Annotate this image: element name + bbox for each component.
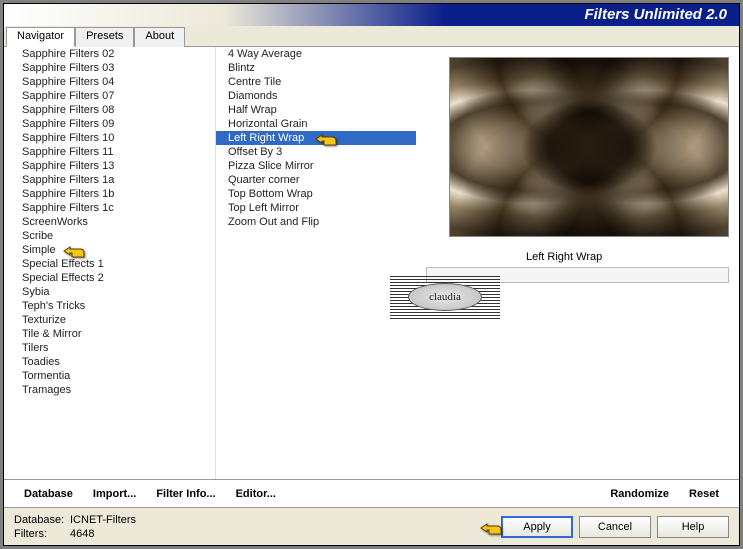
category-item[interactable]: ScreenWorks — [4, 215, 215, 229]
category-item[interactable]: Sapphire Filters 02 — [4, 47, 215, 61]
filter-item[interactable]: Top Left Mirror — [216, 201, 416, 215]
category-item[interactable]: Teph's Tricks — [4, 299, 215, 313]
category-item[interactable]: Sapphire Filters 1a — [4, 173, 215, 187]
category-item[interactable]: Sapphire Filters 13 — [4, 159, 215, 173]
tab-presets[interactable]: Presets — [75, 27, 134, 47]
category-item[interactable]: Tile & Mirror — [4, 327, 215, 341]
filter-item[interactable]: Diamonds — [216, 89, 416, 103]
category-item[interactable]: Simple — [4, 243, 215, 257]
filter-item[interactable]: Zoom Out and Flip — [216, 215, 416, 229]
category-item[interactable]: Special Effects 2 — [4, 271, 215, 285]
randomize-button[interactable]: Randomize — [600, 488, 679, 500]
pointer-icon — [479, 518, 503, 538]
category-item[interactable]: Texturize — [4, 313, 215, 327]
category-item[interactable]: Sapphire Filters 08 — [4, 103, 215, 117]
filter-name-label: Left Right Wrap — [526, 251, 729, 263]
main-panel: Sapphire Filters 02Sapphire Filters 03Sa… — [4, 46, 739, 479]
footer-info: Database:ICNET-Filters Filters:4648 — [14, 513, 136, 541]
category-item[interactable]: Sapphire Filters 03 — [4, 61, 215, 75]
category-item[interactable]: Toadies — [4, 355, 215, 369]
category-item[interactable]: Sapphire Filters 1b — [4, 187, 215, 201]
filter-item[interactable]: Left Right Wrap — [216, 131, 416, 145]
category-item[interactable]: Sybia — [4, 285, 215, 299]
help-button[interactable]: Help — [657, 516, 729, 538]
filter-list[interactable]: 4 Way AverageBlintzCentre TileDiamondsHa… — [216, 47, 416, 479]
reset-button[interactable]: Reset — [679, 488, 729, 500]
progress-bar — [426, 267, 729, 283]
category-item[interactable]: Sapphire Filters 1c — [4, 201, 215, 215]
tab-strip: Navigator Presets About — [4, 26, 739, 46]
toolbar: Database Import... Filter Info... Editor… — [4, 479, 739, 507]
filter-item[interactable]: 4 Way Average — [216, 47, 416, 61]
app-window: Filters Unlimited 2.0 Navigator Presets … — [3, 3, 740, 546]
db-value: ICNET-Filters — [70, 513, 136, 527]
preview-area: Left Right Wrap — [416, 47, 739, 479]
category-item[interactable]: Special Effects 1 — [4, 257, 215, 271]
category-list[interactable]: Sapphire Filters 02Sapphire Filters 03Sa… — [4, 47, 216, 479]
database-button[interactable]: Database — [14, 488, 83, 500]
category-item[interactable]: Sapphire Filters 04 — [4, 75, 215, 89]
filter-item[interactable]: Quarter corner — [216, 173, 416, 187]
filter-item[interactable]: Horizontal Grain — [216, 117, 416, 131]
footer-buttons: Apply Cancel Help — [501, 516, 729, 538]
titlebar: Filters Unlimited 2.0 — [4, 4, 739, 26]
category-item[interactable]: Tramages — [4, 383, 215, 397]
editor-button[interactable]: Editor... — [226, 488, 286, 500]
tab-about[interactable]: About — [134, 27, 185, 47]
preview-image — [449, 57, 729, 237]
category-item[interactable]: Sapphire Filters 11 — [4, 145, 215, 159]
category-item[interactable]: Tormentia — [4, 369, 215, 383]
cancel-button[interactable]: Cancel — [579, 516, 651, 538]
filters-count-label: Filters: — [14, 527, 70, 541]
filter-info-button[interactable]: Filter Info... — [146, 488, 225, 500]
footer: Database:ICNET-Filters Filters:4648 Appl… — [4, 507, 739, 545]
db-label: Database: — [14, 513, 70, 527]
filter-item[interactable]: Blintz — [216, 61, 416, 75]
category-item[interactable]: Tilers — [4, 341, 215, 355]
filter-item[interactable]: Top Bottom Wrap — [216, 187, 416, 201]
apply-button[interactable]: Apply — [501, 516, 573, 538]
category-item[interactable]: Sapphire Filters 10 — [4, 131, 215, 145]
category-item[interactable]: Sapphire Filters 07 — [4, 89, 215, 103]
tab-navigator[interactable]: Navigator — [6, 27, 75, 47]
import-button[interactable]: Import... — [83, 488, 146, 500]
app-title: Filters Unlimited 2.0 — [584, 6, 727, 23]
filter-item[interactable]: Half Wrap — [216, 103, 416, 117]
filter-item[interactable]: Pizza Slice Mirror — [216, 159, 416, 173]
filter-item[interactable]: Centre Tile — [216, 75, 416, 89]
filters-count-value: 4648 — [70, 527, 94, 541]
filter-item[interactable]: Offset By 3 — [216, 145, 416, 159]
category-item[interactable]: Sapphire Filters 09 — [4, 117, 215, 131]
category-item[interactable]: Scribe — [4, 229, 215, 243]
